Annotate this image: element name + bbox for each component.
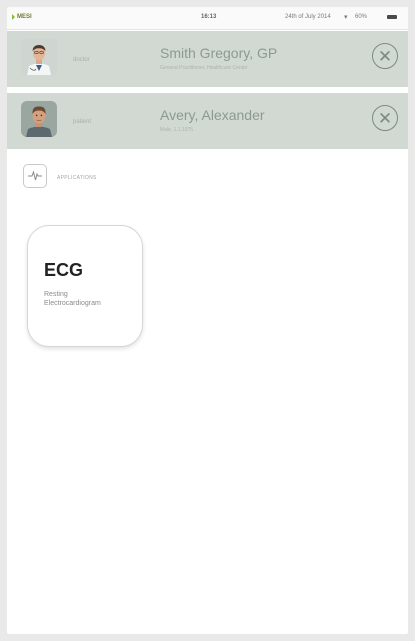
doctor-row[interactable]: doctor Smith Gregory, GP General Practit… bbox=[7, 31, 408, 87]
patient-row[interactable]: patient Avery, Alexander Male, 1.1.1975 … bbox=[7, 93, 408, 149]
brand-triangle-icon bbox=[12, 14, 15, 20]
doctor-details: General Practitioner, Healthcare Center bbox=[160, 65, 248, 71]
battery-percentage: 60% bbox=[355, 14, 368, 20]
applications-header: APPLICATIONS bbox=[7, 157, 408, 197]
pulse-icon-glyph bbox=[28, 170, 42, 181]
doctor-name: Smith Gregory, GP bbox=[160, 45, 278, 61]
doctor-avatar-image bbox=[21, 39, 57, 75]
patient-details: Male, 1.1.1975 bbox=[160, 127, 194, 133]
close-icon: ✕ bbox=[377, 46, 393, 66]
status-bar: MESI 16:13 24th of July 2014 ▾ 60% bbox=[7, 7, 408, 30]
brand-logo: MESI bbox=[12, 14, 32, 20]
ecg-tile-description-line1: Resting bbox=[44, 291, 68, 298]
patient-avatar bbox=[21, 101, 57, 137]
remove-doctor-button[interactable]: ✕ bbox=[372, 43, 398, 69]
patient-name: Avery, Alexander bbox=[160, 107, 265, 123]
doctor-role-label: doctor bbox=[73, 57, 90, 63]
ecg-tile-description-line2: Electrocardiogram bbox=[44, 300, 101, 307]
ecg-tile-title: ECG bbox=[44, 260, 84, 280]
remove-patient-button[interactable]: ✕ bbox=[372, 105, 398, 131]
brand-name: MESI bbox=[17, 14, 32, 20]
status-date: 24th of July 2014 bbox=[285, 14, 331, 20]
pulse-icon bbox=[23, 164, 47, 188]
app-screen: MESI 16:13 24th of July 2014 ▾ 60% docto… bbox=[7, 7, 408, 634]
ecg-app-tile[interactable]: ECG Resting Electrocardiogram bbox=[27, 225, 143, 347]
close-icon: ✕ bbox=[377, 108, 393, 128]
patient-avatar-image bbox=[21, 101, 57, 137]
status-time: 16:13 bbox=[201, 14, 217, 20]
battery-icon bbox=[387, 15, 397, 19]
patient-role-label: patient bbox=[73, 119, 92, 125]
applications-label: APPLICATIONS bbox=[57, 175, 97, 181]
doctor-avatar bbox=[21, 39, 57, 75]
wifi-icon: ▾ bbox=[344, 14, 348, 21]
